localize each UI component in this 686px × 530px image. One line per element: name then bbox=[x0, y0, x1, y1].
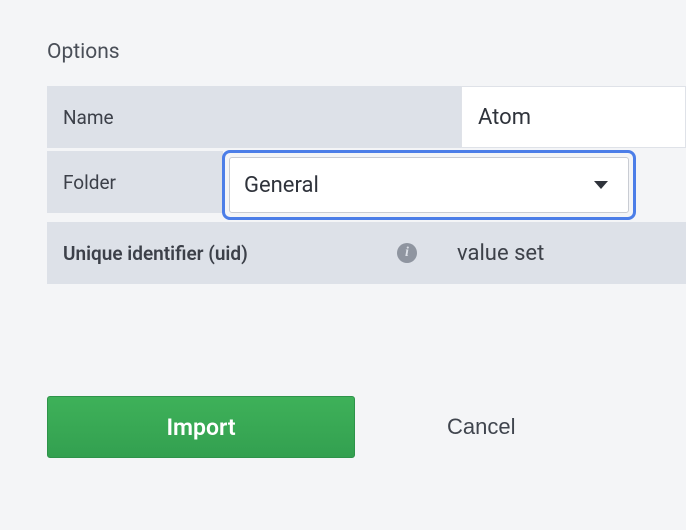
uid-value: value set bbox=[441, 222, 686, 284]
row-name: Name Atom bbox=[47, 86, 686, 148]
folder-select-value: General bbox=[244, 173, 319, 198]
folder-select[interactable]: General bbox=[229, 157, 629, 213]
name-input[interactable]: Atom bbox=[461, 86, 686, 148]
info-icon[interactable]: i bbox=[397, 243, 417, 263]
label-folder: Folder bbox=[47, 151, 223, 213]
label-uid: Unique identifier (uid) i bbox=[47, 222, 441, 284]
label-name: Name bbox=[47, 86, 461, 148]
options-section-title: Options bbox=[47, 40, 686, 64]
import-button[interactable]: Import bbox=[47, 396, 355, 458]
cancel-button[interactable]: Cancel bbox=[447, 414, 515, 440]
chevron-down-icon bbox=[594, 181, 608, 189]
folder-select-focus-ring: General bbox=[222, 150, 636, 220]
row-uid: Unique identifier (uid) i value set bbox=[47, 222, 686, 284]
row-folder: Folder General bbox=[47, 151, 686, 219]
button-row: Import Cancel bbox=[47, 396, 686, 458]
label-uid-text: Unique identifier (uid) bbox=[63, 242, 248, 265]
